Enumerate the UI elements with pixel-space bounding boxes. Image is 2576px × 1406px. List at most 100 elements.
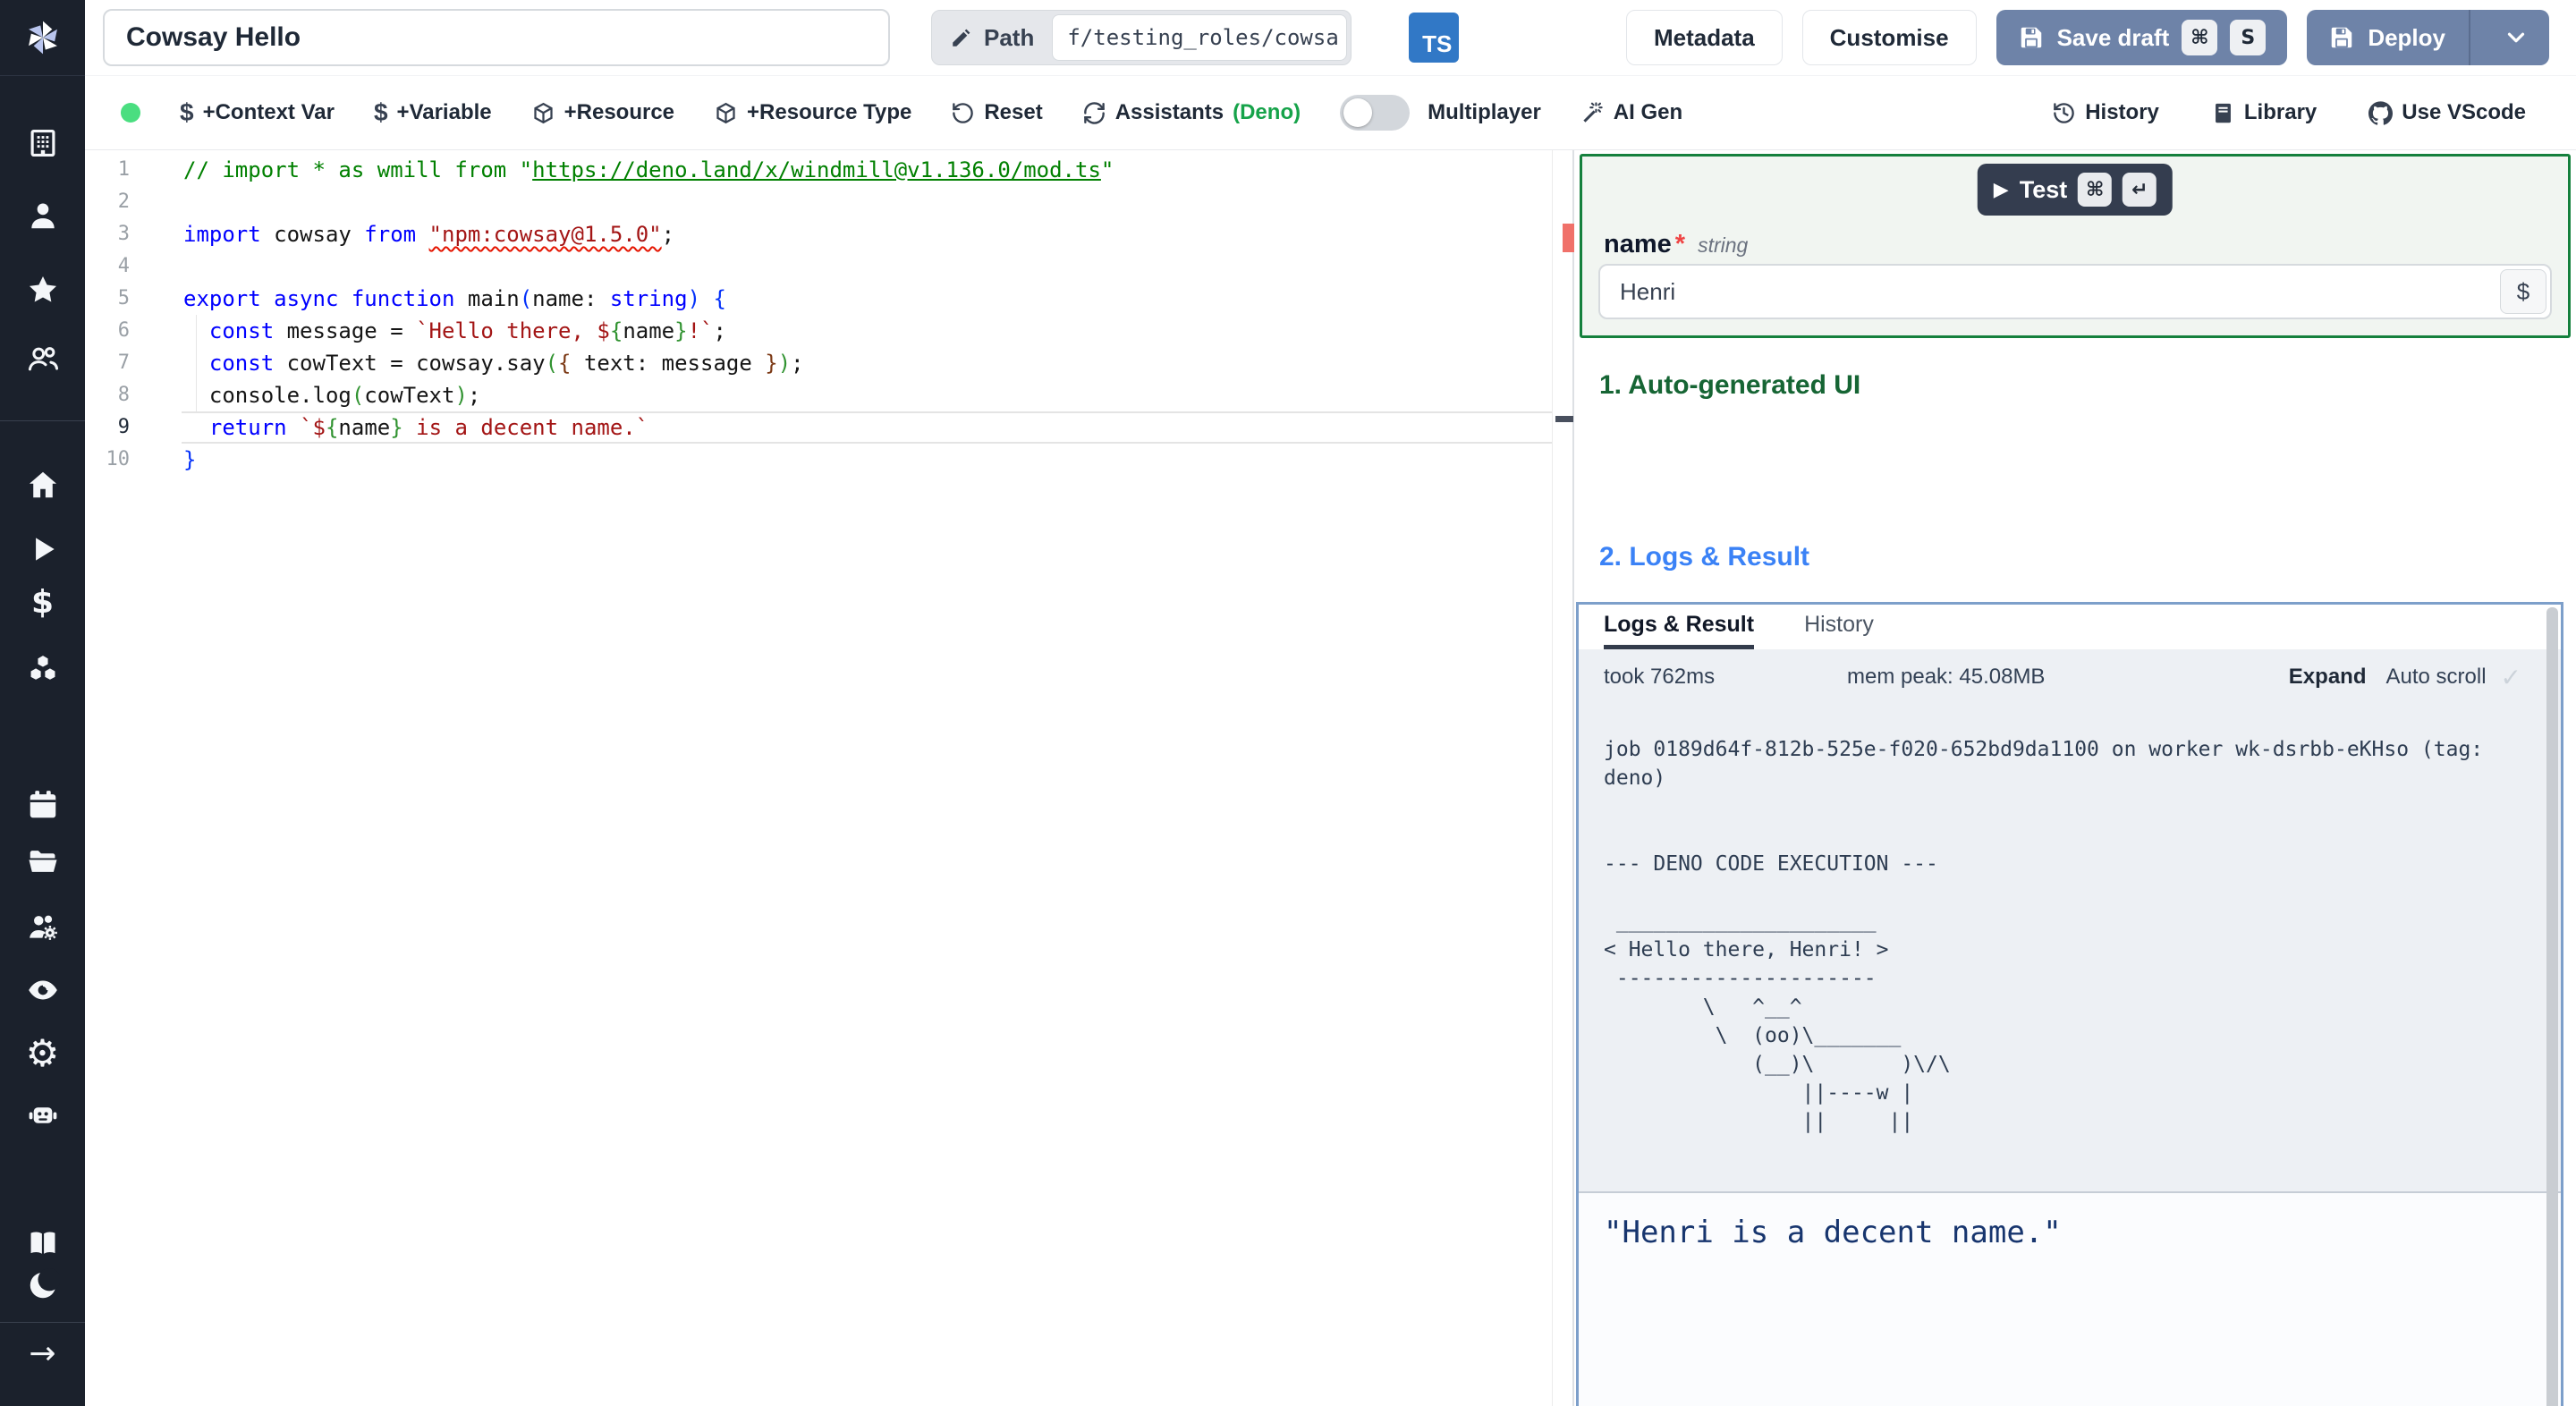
line-number: 8 — [117, 384, 130, 406]
windmill-logo[interactable] — [0, 0, 85, 76]
customise-button[interactable]: Customise — [1801, 10, 1977, 65]
use-vscode-label: Use VScode — [2402, 100, 2526, 124]
github-icon — [2368, 100, 2394, 125]
audit-eye-icon[interactable] — [23, 970, 63, 1010]
line-number: 10 — [106, 448, 131, 470]
dollar-icon: $ — [180, 98, 194, 126]
home-icon[interactable] — [23, 465, 63, 504]
multiplayer-toggle[interactable] — [1340, 95, 1411, 131]
required-asterisk: * — [1674, 230, 1686, 258]
expand-sidebar-arrow-icon[interactable]: → — [23, 1334, 63, 1374]
kbd-cmd: ⌘ — [2182, 20, 2218, 55]
windmill-script-editor: $ ⚙ → Cowsay Hello Path f/testing_roles/… — [0, 0, 2576, 1406]
add-resource-button[interactable]: +Resource — [531, 100, 674, 125]
chevron-down-icon — [2507, 32, 2525, 43]
expand-button[interactable]: Expand — [2289, 665, 2367, 690]
save-icon — [2332, 27, 2352, 48]
metadata-button[interactable]: Metadata — [1625, 10, 1783, 65]
team-users-icon[interactable] — [23, 339, 63, 378]
test-button[interactable]: ▶ Test ⌘ ↵ — [1977, 164, 2174, 216]
ai-gen-button[interactable]: AI Gen — [1580, 100, 1682, 125]
schedules-calendar-icon[interactable] — [23, 785, 63, 825]
logs-tabs: Logs & Result History — [1579, 605, 2561, 649]
pencil-icon — [953, 29, 970, 47]
tab-logs-result[interactable]: Logs & Result — [1604, 605, 1755, 649]
path-label: Path — [984, 23, 1035, 51]
code-line: 10} — [85, 444, 1572, 476]
add-resource-label: +Resource — [564, 100, 675, 124]
save-draft-button[interactable]: Save draft ⌘ S — [1996, 10, 2288, 65]
folders-icon[interactable] — [23, 842, 63, 881]
line-number: 3 — [117, 223, 130, 245]
sidebar-divider — [0, 420, 85, 421]
status-dot — [121, 103, 140, 123]
add-variable-button[interactable]: $ +Variable — [374, 98, 492, 127]
script-title-input[interactable] — [103, 9, 890, 66]
run-panel: ▶ Test ⌘ ↵ name * string $ 1. — [1574, 150, 2576, 1406]
book-icon — [2215, 103, 2231, 123]
add-variable-label: +Variable — [396, 100, 492, 124]
add-resource-type-button[interactable]: +Resource Type — [714, 100, 911, 125]
resources-cubes-icon[interactable] — [23, 649, 63, 689]
multiplayer-toggle-group: Multiplayer — [1340, 95, 1541, 131]
settings-gear-icon[interactable]: ⚙ — [23, 1034, 63, 1073]
reset-label: Reset — [984, 100, 1043, 124]
assistants-label: Assistants — [1114, 100, 1224, 124]
workspace-building-icon[interactable] — [23, 123, 63, 163]
kbd-s: S — [2230, 20, 2267, 55]
insert-variable-button[interactable]: $ — [2500, 269, 2546, 314]
workers-user-cog-icon[interactable] — [23, 907, 63, 946]
deploy-dropdown[interactable] — [2483, 24, 2549, 51]
code-editor[interactable]: 1// import * as wmill from "https://deno… — [85, 150, 1577, 1406]
tab-history[interactable]: History — [1804, 605, 1874, 649]
library-label: Library — [2243, 100, 2318, 124]
run-duration: took 762ms — [1604, 665, 1716, 689]
code-line: 4 — [85, 250, 1572, 283]
assistants-language: (Deno) — [1233, 100, 1301, 124]
rotate-ccw-icon — [953, 102, 974, 123]
result-viewer[interactable]: "Henri is a decent name." — [1579, 1193, 2561, 1406]
param-name-input[interactable] — [1598, 264, 2552, 319]
package-icon — [534, 102, 553, 123]
theme-moon-icon[interactable] — [23, 1266, 63, 1305]
mem-peak: mem peak: 45.08MB — [1847, 665, 2046, 689]
button-divider — [2469, 10, 2470, 65]
logs-scrollbar[interactable] — [2546, 607, 2558, 1406]
history-icon — [2054, 102, 2074, 123]
assistants-button[interactable]: Assistants (Deno) — [1082, 100, 1301, 125]
auto-scroll-toggle[interactable]: Auto scroll — [2385, 665, 2486, 690]
dollar-icon: $ — [373, 98, 388, 126]
line-number: 9 — [117, 416, 130, 438]
path-button[interactable]: Path f/testing_roles/cowsa — [931, 10, 1352, 65]
header: Path f/testing_roles/cowsa TS Metadata C… — [85, 0, 2576, 76]
code-lines: 1// import * as wmill from "https://deno… — [85, 154, 1572, 476]
user-icon[interactable] — [23, 196, 63, 235]
editor-toolbar: $ +Context Var $ +Variable +Resource +Re… — [85, 76, 2576, 150]
section-auto-generated-ui: 1. Auto-generated UI — [1599, 370, 1861, 400]
check-icon: ✓ — [2500, 662, 2521, 692]
deploy-button[interactable]: Deploy — [2307, 10, 2549, 65]
star-icon[interactable] — [23, 270, 63, 309]
runs-play-icon[interactable] — [23, 529, 63, 569]
reset-button[interactable]: Reset — [951, 100, 1043, 125]
play-icon: ▶ — [1993, 178, 2009, 201]
code-line: 1// import * as wmill from "https://deno… — [85, 154, 1572, 186]
log-output[interactable]: job 0189d64f-812b-525e-f020-652bd9da1100… — [1579, 705, 2561, 1136]
add-context-var-button[interactable]: $ +Context Var — [180, 98, 335, 127]
docs-book-icon[interactable] — [23, 1224, 63, 1263]
ai-gen-label: AI Gen — [1613, 100, 1683, 124]
save-draft-label: Save draft — [2056, 23, 2170, 51]
test-label: Test — [2019, 175, 2068, 203]
ai-robot-icon[interactable] — [23, 1096, 63, 1135]
line-number: 4 — [117, 255, 130, 277]
test-args-box: ▶ Test ⌘ ↵ name * string $ — [1580, 154, 2571, 338]
history-button[interactable]: History — [2052, 100, 2159, 125]
indent-guide — [196, 315, 197, 411]
overview-ruler — [1552, 150, 1553, 1406]
line-number: 1 — [117, 158, 130, 181]
use-vscode-button[interactable]: Use VScode — [2368, 100, 2526, 125]
variables-dollar-icon[interactable]: $ — [23, 583, 63, 623]
library-button[interactable]: Library — [2211, 100, 2317, 125]
path-value[interactable]: f/testing_roles/cowsa — [1052, 14, 1348, 61]
multiplayer-label: Multiplayer — [1428, 100, 1541, 124]
